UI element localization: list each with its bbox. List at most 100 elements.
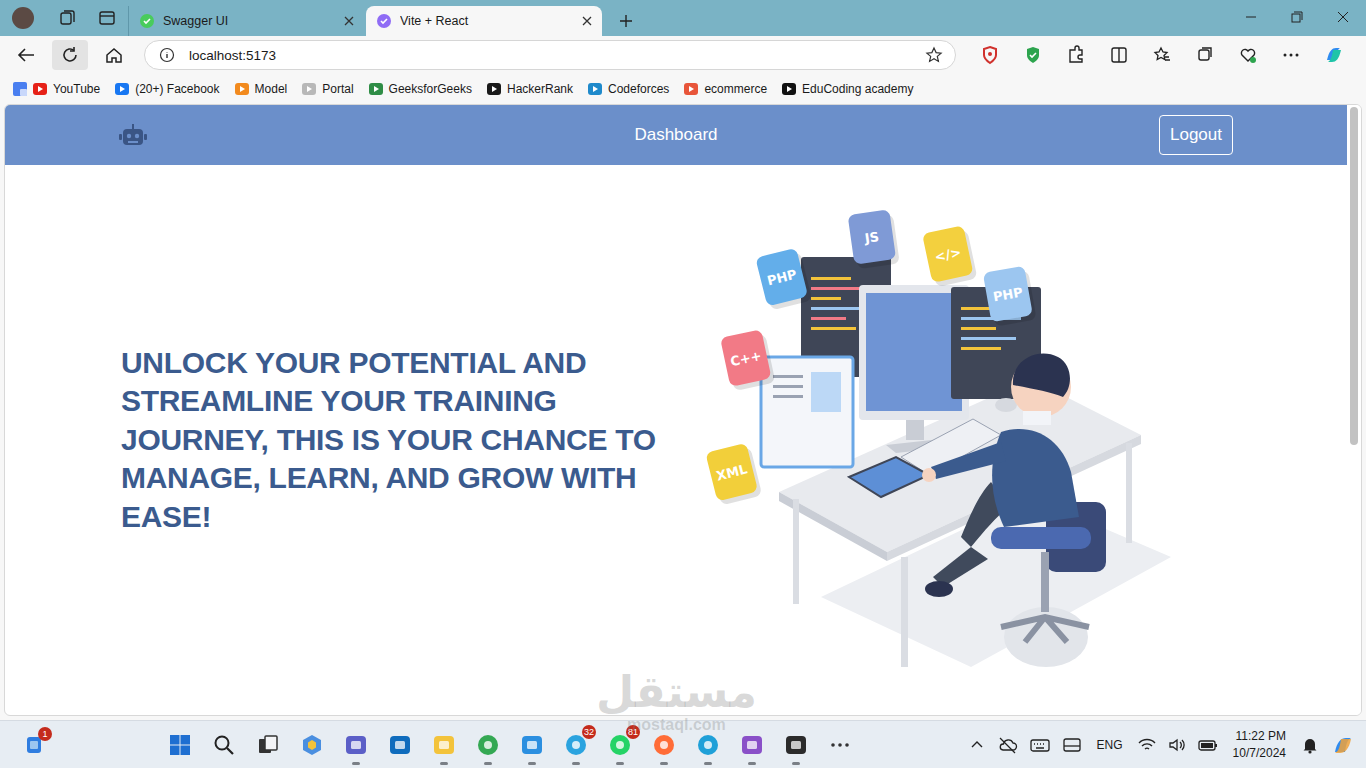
shield-green-icon[interactable] (1017, 40, 1049, 70)
taskbar-app[interactable] (246, 723, 290, 767)
taskbar-app[interactable] (818, 723, 862, 767)
copilot-icon[interactable] (1318, 40, 1350, 70)
bookmark-label: Codeforces (608, 82, 669, 96)
extensions-icon[interactable] (1060, 40, 1092, 70)
taskbar-app[interactable] (730, 723, 774, 767)
bookmark[interactable]: YouTube (32, 81, 100, 97)
desktop: Swagger UIVite + React localhost:5173 YouT… (0, 0, 1366, 768)
profile-avatar-icon[interactable] (12, 7, 34, 29)
bookmark[interactable]: EduCoding academy (781, 81, 913, 97)
extensions (974, 40, 1350, 70)
back-icon[interactable] (8, 40, 44, 70)
url-text[interactable]: localhost:5173 (189, 48, 911, 63)
badge-label: PHP (766, 267, 799, 289)
bookmark-label: (20+) Facebook (135, 82, 219, 96)
tab-list: Swagger UIVite + React (128, 6, 1228, 36)
language-badge: JS (848, 209, 900, 270)
favorites-icon[interactable] (1146, 40, 1178, 70)
address-bar[interactable]: localhost:5173 (144, 40, 956, 70)
bookmark[interactable]: GeeksforGeeks (368, 81, 472, 97)
tab-actions-icon[interactable] (98, 9, 116, 27)
taskbar-app[interactable] (466, 723, 510, 767)
restore-icon[interactable] (1274, 2, 1320, 32)
battery-icon[interactable] (1197, 735, 1219, 755)
scroll-thumb[interactable] (1350, 107, 1358, 445)
language-badge: PHP (755, 247, 812, 311)
taskbar-app[interactable] (642, 723, 686, 767)
page: Dashboard Logout UNLOCK YOUR POTENTIAL AND… (5, 105, 1347, 715)
taskbar-app[interactable] (334, 723, 378, 767)
running-indicator (528, 762, 536, 765)
performance-icon[interactable] (1232, 40, 1264, 70)
robot-icon[interactable] (119, 123, 147, 147)
taskbar-app[interactable] (290, 723, 334, 767)
scrollbar[interactable] (1347, 105, 1361, 715)
bookmark[interactable]: ecommerce (683, 81, 767, 97)
search-icon (212, 733, 236, 757)
display-icon[interactable] (1061, 735, 1083, 755)
taskbar-app[interactable] (510, 723, 554, 767)
badge-label: JS (863, 229, 880, 246)
cloud-off-icon[interactable] (997, 735, 1019, 755)
bookmark-icon (683, 81, 699, 97)
bookmark[interactable]: HackerRank (486, 81, 573, 97)
taskbar-app[interactable] (774, 723, 818, 767)
close-icon[interactable] (582, 16, 592, 26)
favorite-star-icon[interactable] (925, 46, 943, 64)
notifications-bell-icon[interactable] (1300, 735, 1320, 755)
bookmark[interactable]: Model (234, 81, 288, 97)
minimize-icon[interactable] (1228, 2, 1274, 32)
bookmark-label: GeeksforGeeks (389, 82, 472, 96)
widgets-button[interactable]: 1 (20, 731, 48, 759)
bookmark[interactable]: Portal (301, 81, 353, 97)
close-icon[interactable] (344, 16, 354, 26)
bookmark[interactable]: Codeforces (587, 81, 669, 97)
running-indicator (704, 762, 712, 765)
chevron-up-icon[interactable] (967, 735, 987, 755)
taskbar-app[interactable]: 32 (554, 723, 598, 767)
taskbar-app[interactable] (158, 723, 202, 767)
copilot-taskbar-icon[interactable] (1330, 732, 1356, 758)
app-tile-icon (520, 733, 544, 757)
new-tab-icon[interactable] (618, 13, 634, 29)
developer-illustration: JSPHP</>PHPC++XML (701, 207, 1181, 677)
bookmark-icon (32, 81, 48, 97)
site-icon (139, 13, 155, 29)
keyboard-icon[interactable] (1029, 735, 1051, 755)
nav-title[interactable]: Dashboard (634, 125, 717, 145)
refresh-icon[interactable] (52, 40, 88, 70)
logout-button[interactable]: Logout (1159, 115, 1233, 155)
running-indicator (572, 762, 580, 765)
wifi-icon[interactable] (1137, 735, 1157, 755)
taskbar-app[interactable] (202, 723, 246, 767)
bookmark-label: EduCoding academy (802, 82, 913, 96)
input-language[interactable]: ENG (1093, 738, 1127, 752)
taskbar-app[interactable] (422, 723, 466, 767)
collections-icon[interactable] (1189, 40, 1221, 70)
volume-icon[interactable] (1167, 735, 1187, 755)
running-indicator (748, 762, 756, 765)
bookmark-icon (234, 81, 250, 97)
clock[interactable]: 11:22 PM10/7/2024 (1229, 728, 1290, 760)
info-icon[interactable] (159, 47, 175, 63)
taskbar-app[interactable]: 81 (598, 723, 642, 767)
running-indicator (660, 762, 668, 765)
taskbar-app[interactable] (378, 723, 422, 767)
bookmark[interactable]: (20+) Facebook (114, 81, 219, 97)
bookmark-label: HackerRank (507, 82, 573, 96)
more-icon[interactable] (1275, 40, 1307, 70)
workspaces-icon[interactable] (58, 9, 76, 27)
close-window-icon[interactable] (1320, 2, 1366, 32)
app-badge: 81 (626, 725, 640, 739)
app-tile-icon (344, 733, 368, 757)
home-icon[interactable] (96, 40, 132, 70)
hero: UNLOCK YOUR POTENTIAL AND STREAMLINE YOU… (5, 165, 1347, 715)
app-round-icon (652, 733, 676, 757)
split-screen-icon[interactable] (1103, 40, 1135, 70)
browser-tab[interactable]: Vite + React (366, 6, 602, 36)
translate-icon[interactable] (12, 81, 28, 97)
taskbar-app[interactable] (686, 723, 730, 767)
shield-red-icon[interactable] (974, 40, 1006, 70)
browser-tab[interactable]: Swagger UI (128, 6, 364, 36)
app-hex-icon (300, 733, 324, 757)
